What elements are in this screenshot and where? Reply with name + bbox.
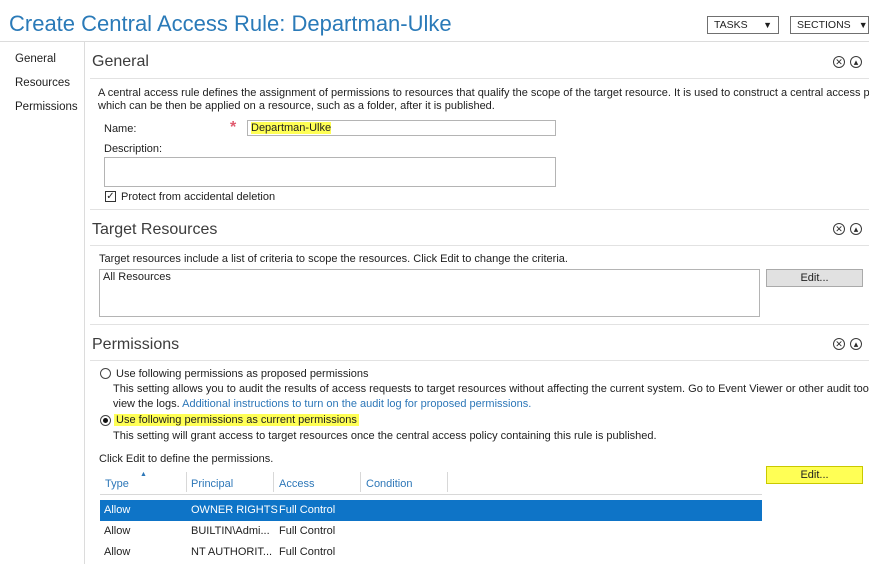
current-description: This setting will grant access to target… [113, 430, 657, 442]
column-separator [360, 472, 361, 492]
column-separator [273, 472, 274, 492]
table-row[interactable]: Allow NT AUTHORIT... Full Control [100, 542, 762, 563]
close-icon[interactable]: ✕ [833, 338, 845, 350]
name-field-value: Departman-Ulke [251, 122, 332, 134]
current-permissions-label: Use following permissions as current per… [114, 414, 359, 426]
cell-type: Allow [104, 504, 131, 516]
cell-type: Allow [104, 525, 131, 537]
description-label: Description: [104, 143, 163, 155]
cell-access: Full Control [279, 546, 336, 558]
click-edit-instruction: Click Edit to define the permissions. [99, 453, 274, 465]
permissions-table-header: ▲ Type Principal Access Condition [100, 471, 762, 495]
target-criteria-box: All Resources [99, 269, 760, 317]
required-asterisk: * [230, 119, 237, 136]
column-header-access[interactable]: Access [279, 478, 314, 490]
permissions-edit-button[interactable]: Edit... [766, 466, 863, 484]
permissions-section-title: Permissions [92, 336, 180, 353]
tasks-label: TASKS [714, 19, 748, 31]
close-icon[interactable]: ✕ [833, 56, 845, 68]
close-icon[interactable]: ✕ [833, 223, 845, 235]
column-header-condition[interactable]: Condition [366, 478, 412, 490]
current-permissions-radio[interactable] [100, 415, 111, 426]
permissions-section-divider [90, 360, 869, 361]
column-header-principal[interactable]: Principal [191, 478, 233, 490]
table-row[interactable]: Allow OWNER RIGHTS Full Control [100, 500, 762, 521]
protect-label: Protect from accidental deletion [121, 191, 276, 203]
proposed-permissions-radio[interactable] [100, 368, 111, 379]
general-section-title: General [92, 53, 149, 70]
column-header-type[interactable]: Type [105, 478, 129, 490]
protect-checkbox[interactable]: ✓ [105, 191, 116, 202]
proposed-description-line2: view the logs. Additional instructions t… [113, 398, 531, 410]
cell-principal: OWNER RIGHTS [191, 504, 278, 516]
target-section-title: Target Resources [92, 221, 218, 238]
target-description: Target resources include a list of crite… [99, 253, 568, 265]
target-edit-button[interactable]: Edit... [766, 269, 863, 287]
chevron-up-icon[interactable]: ▴ [850, 338, 862, 350]
nav-item-resources[interactable]: Resources [15, 77, 70, 89]
column-separator [186, 472, 187, 492]
cell-type: Allow [104, 546, 131, 558]
general-description-line1: A central access rule defines the assign… [98, 87, 869, 99]
sections-label: SECTIONS [797, 19, 851, 31]
target-resources-section: Target Resources ✕ ▴ Target resources in… [90, 210, 869, 325]
chevron-down-icon: ▼ [858, 20, 868, 30]
target-criteria-value: All Resources [103, 271, 171, 283]
name-field[interactable]: Departman-Ulke [247, 120, 556, 136]
proposed-description-line1: This setting allows you to audit the res… [113, 383, 869, 395]
section-nav: General Resources Permissions [0, 42, 85, 564]
description-field[interactable] [104, 157, 556, 187]
table-row[interactable]: Allow BUILTIN\Admi... Full Control [100, 521, 762, 542]
sections-menu-button[interactable]: SECTIONS ▼ [790, 16, 869, 34]
audit-log-instructions-link[interactable]: Additional instructions to turn on the a… [182, 398, 531, 410]
proposed-permissions-label: Use following permissions as proposed pe… [116, 368, 369, 380]
target-section-divider [90, 245, 869, 246]
nav-item-permissions[interactable]: Permissions [15, 101, 78, 113]
proposed-description-prefix: view the logs. [113, 398, 180, 410]
cell-access: Full Control [279, 504, 336, 516]
cell-principal: BUILTIN\Admi... [191, 525, 270, 537]
nav-item-general[interactable]: General [15, 53, 56, 65]
cell-principal: NT AUTHORIT... [191, 546, 273, 558]
name-label: Name: [104, 123, 137, 135]
column-separator [447, 472, 448, 492]
sort-ascending-icon: ▲ [140, 471, 147, 478]
general-section: General ✕ ▴ A central access rule define… [90, 42, 869, 210]
tasks-menu-button[interactable]: TASKS ▼ [707, 16, 779, 34]
general-section-divider [90, 78, 869, 79]
chevron-up-icon[interactable]: ▴ [850, 223, 862, 235]
chevron-down-icon: ▼ [763, 20, 772, 30]
general-description-line2: which can be then be applied on a resour… [98, 100, 495, 112]
cell-access: Full Control [279, 525, 336, 537]
page-title: Create Central Access Rule: Departman-Ul… [9, 11, 452, 36]
chevron-up-icon[interactable]: ▴ [850, 56, 862, 68]
